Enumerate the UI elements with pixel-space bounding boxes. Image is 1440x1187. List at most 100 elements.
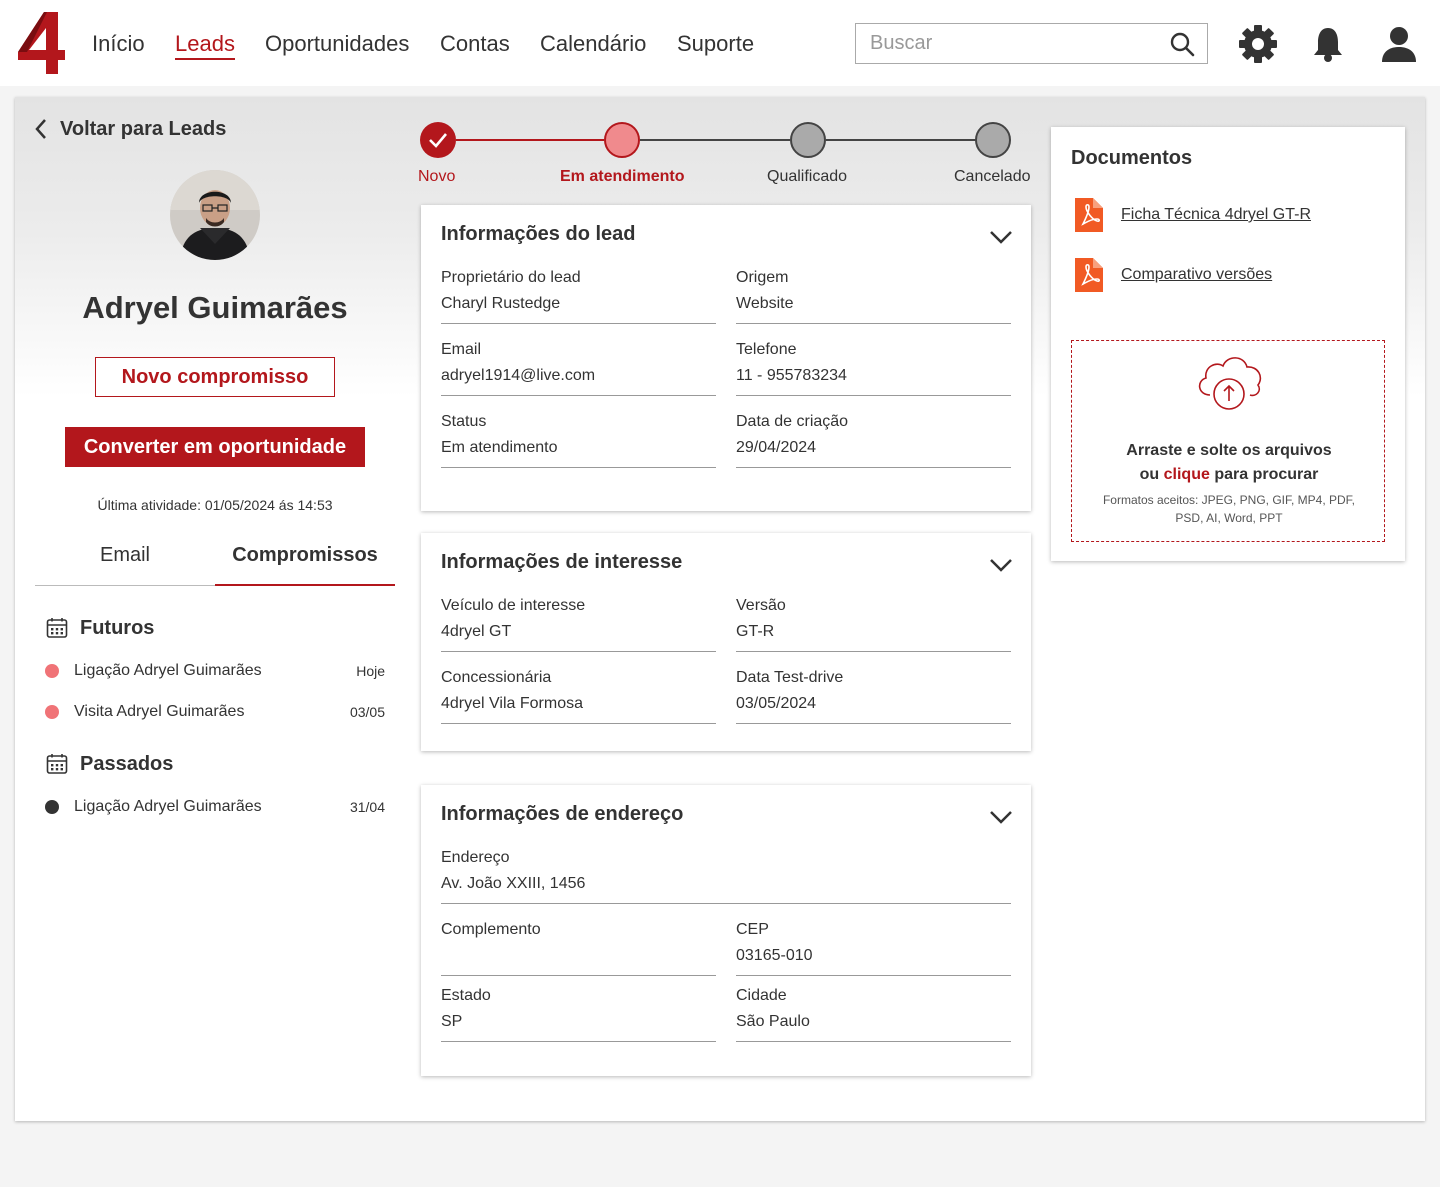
pdf-icon xyxy=(1075,198,1103,232)
field-value: adryel1914@live.com xyxy=(441,367,596,384)
field-value: Av. João XXIII, 1456 xyxy=(441,875,586,892)
field-value: SP xyxy=(441,1013,463,1030)
appointment-label: Ligação Adryel Guimarães xyxy=(74,798,262,815)
top-navbar: Início Leads Oportunidades Contas Calend… xyxy=(0,0,1440,86)
field-label: Data de criação xyxy=(736,413,849,430)
avatar xyxy=(170,170,260,260)
field-label: Versão xyxy=(736,597,786,614)
cloud-upload-icon xyxy=(1198,357,1262,410)
step-label-qualificado: Qualificado xyxy=(767,168,848,185)
appointment-item[interactable]: Visita Adryel Guimarães 03/05 xyxy=(45,701,385,723)
field-label: Data Test-drive xyxy=(736,669,844,686)
field-cep[interactable]: CEP 03165-010 xyxy=(736,920,1011,976)
search-box xyxy=(855,23,1208,64)
dropzone-instructions: Arraste e solte os arquivos ou clique pa… xyxy=(1072,439,1386,487)
last-activity-text: Última atividade: 01/05/2024 ás 14:53 xyxy=(97,497,333,513)
appointment-label: Ligação Adryel Guimarães xyxy=(74,662,262,679)
field-phone[interactable]: Telefone 11 - 955783234 xyxy=(736,340,1011,396)
field-label: Telefone xyxy=(736,341,797,358)
field-label: Proprietário do lead xyxy=(441,269,581,286)
field-lead-owner[interactable]: Proprietário do lead Charyl Rustedge xyxy=(441,268,716,324)
accepted-formats: Formatos aceitos: JPEG, PNG, GIF, MP4, P… xyxy=(1102,493,1356,525)
card-title: Informações de endereço xyxy=(441,803,684,825)
field-label: Email xyxy=(441,341,482,358)
user-icon[interactable] xyxy=(1379,24,1419,64)
nav-link-calendario[interactable]: Calendário xyxy=(540,30,646,58)
appointment-date: Hoje xyxy=(356,663,385,679)
field-version[interactable]: Versão GT-R xyxy=(736,596,1011,652)
check-icon xyxy=(429,133,447,148)
lead-info-card: Informações do lead Proprietário do lead… xyxy=(421,205,1031,511)
back-label: Voltar para Leads xyxy=(60,117,227,140)
nav-link-suporte[interactable]: Suporte xyxy=(677,30,754,58)
field-vehicle[interactable]: Veículo de interesse 4dryel GT xyxy=(441,596,716,652)
nav-link-oportunidades[interactable]: Oportunidades xyxy=(265,30,409,58)
field-email[interactable]: Email adryel1914@live.com xyxy=(441,340,716,396)
search-input[interactable] xyxy=(856,24,1156,63)
field-value: GT-R xyxy=(736,623,775,640)
bell-icon[interactable] xyxy=(1308,24,1348,64)
field-value: 29/04/2024 xyxy=(736,439,817,456)
field-value: 11 - 955783234 xyxy=(736,367,847,384)
brand-logo[interactable] xyxy=(14,10,66,76)
stepper-line-done xyxy=(456,139,604,141)
field-test-drive-date[interactable]: Data Test-drive 03/05/2024 xyxy=(736,668,1011,724)
field-status[interactable]: Status Em atendimento xyxy=(441,412,716,468)
nav-link-inicio[interactable]: Início xyxy=(92,30,145,58)
document-link[interactable]: Comparativo versões xyxy=(1073,255,1272,295)
field-value: Em atendimento xyxy=(441,439,558,456)
card-title: Informações do lead xyxy=(441,223,636,245)
tab-compromissos[interactable]: Compromissos xyxy=(215,530,395,586)
appointment-item[interactable]: Ligação Adryel Guimarães Hoje xyxy=(45,660,385,682)
appointment-item[interactable]: Ligação Adryel Guimarães 31/04 xyxy=(45,796,385,818)
back-to-leads-link[interactable]: Voltar para Leads xyxy=(34,115,226,143)
document-link[interactable]: Ficha Técnica 4dryel GT-R xyxy=(1073,195,1311,235)
future-section-header: Futuros xyxy=(46,615,154,641)
field-value: São Paulo xyxy=(736,1013,810,1030)
file-dropzone[interactable]: Arraste e solte os arquivos ou clique pa… xyxy=(1071,340,1385,542)
calendar-icon xyxy=(46,618,68,638)
field-origin[interactable]: Origem Website xyxy=(736,268,1011,324)
step-label-em-atendimento: Em atendimento xyxy=(560,168,685,185)
field-label: Complemento xyxy=(441,921,541,938)
tab-email[interactable]: Email xyxy=(35,530,215,586)
field-label: Origem xyxy=(736,269,789,286)
convert-to-opportunity-button[interactable]: Converter em oportunidade xyxy=(65,427,365,467)
calendar-icon xyxy=(46,754,68,774)
interest-info-card: Informações de interesse Veículo de inte… xyxy=(421,533,1031,751)
past-section-header: Passados xyxy=(46,751,173,777)
field-creation-date[interactable]: Data de criação 29/04/2024 xyxy=(736,412,1011,468)
nav-link-leads[interactable]: Leads xyxy=(175,30,235,60)
stepper-line xyxy=(826,139,976,141)
gear-icon[interactable] xyxy=(1238,24,1278,64)
past-section-title: Passados xyxy=(80,752,174,775)
field-value: 03/05/2024 xyxy=(736,695,817,712)
chevron-down-icon[interactable] xyxy=(989,809,1013,825)
nav-link-contas[interactable]: Contas xyxy=(440,30,510,58)
field-complement[interactable]: Complemento xyxy=(441,920,716,976)
field-label: Concessionária xyxy=(441,669,552,686)
step-cancelado[interactable] xyxy=(975,122,1011,158)
browse-link[interactable]: clique xyxy=(1164,466,1210,483)
step-qualificado[interactable] xyxy=(790,122,826,158)
step-em-atendimento[interactable] xyxy=(604,122,640,158)
new-appointment-button[interactable]: Novo compromisso xyxy=(95,357,335,397)
field-state[interactable]: Estado SP xyxy=(441,986,716,1042)
future-section-title: Futuros xyxy=(80,616,155,639)
field-value: 03165-010 xyxy=(736,947,813,964)
field-value: Charyl Rustedge xyxy=(441,295,561,312)
field-city[interactable]: Cidade São Paulo xyxy=(736,986,1011,1042)
field-address[interactable]: Endereço Av. João XXIII, 1456 xyxy=(441,848,1011,904)
chevron-down-icon[interactable] xyxy=(989,557,1013,573)
step-label-novo: Novo xyxy=(418,168,456,185)
stepper-line xyxy=(640,139,790,141)
document-label: Comparativo versões xyxy=(1121,266,1273,283)
field-label: Endereço xyxy=(441,849,510,866)
field-dealership[interactable]: Concessionária 4dryel Vila Formosa xyxy=(441,668,716,724)
step-novo[interactable] xyxy=(420,122,456,158)
documents-card: Documentos Ficha Técnica 4dryel GT-R Com… xyxy=(1051,127,1405,561)
search-icon[interactable] xyxy=(1169,31,1195,57)
field-label: Veículo de interesse xyxy=(441,597,586,614)
field-value: 4dryel GT xyxy=(441,623,512,640)
chevron-down-icon[interactable] xyxy=(989,229,1013,245)
